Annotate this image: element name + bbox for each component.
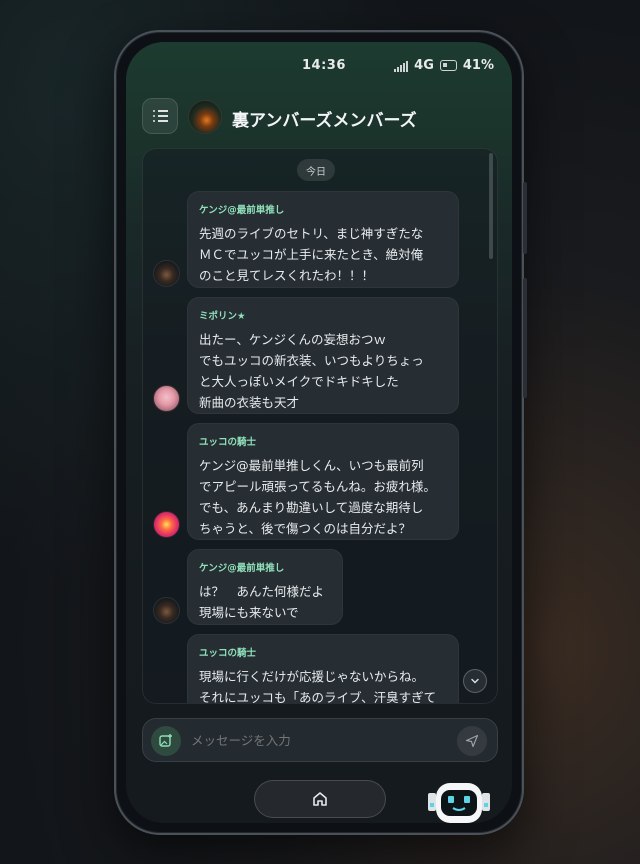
status-time: 14:36 bbox=[302, 58, 346, 73]
battery-level: 41% bbox=[462, 58, 494, 73]
message-input[interactable] bbox=[191, 733, 441, 748]
home-button[interactable] bbox=[254, 780, 386, 818]
message-bubble[interactable]: ユッコの騎士 ケンジ@最前単推しくん、いつも最前列 でアピール頑張ってるもんね。… bbox=[187, 423, 459, 540]
yukko-knight-avatar[interactable] bbox=[153, 511, 180, 538]
send-icon bbox=[465, 734, 479, 748]
message-text: は？ あんた何様だよ 現場にも来ないで bbox=[199, 584, 325, 620]
send-button[interactable] bbox=[457, 726, 487, 756]
chat-header: 裏アンバーズメンバーズ bbox=[142, 98, 496, 136]
scrollbar[interactable] bbox=[489, 153, 493, 259]
message-bubble[interactable]: ミポリン★ 出たー、ケンジくんの妄想おつｗ でもユッコの新衣装、いつもよりちょっ… bbox=[187, 297, 459, 414]
sender-name: ユッコの騎士 bbox=[199, 648, 257, 659]
group-avatar[interactable] bbox=[188, 100, 222, 134]
scroll-down-button[interactable] bbox=[463, 669, 487, 693]
message-bubble[interactable]: ケンジ@最前単推し 先週のライブのセトリ、まじ神すぎたな ＭＣでユッコが上手に来… bbox=[187, 191, 459, 288]
message-bubble[interactable]: ユッコの騎士 現場に行くだけが応援じゃないからね。 それにユッコも「あのライブ、… bbox=[187, 634, 459, 704]
menu-button[interactable] bbox=[142, 98, 178, 134]
chevron-down-icon bbox=[471, 678, 479, 684]
message-composer bbox=[142, 718, 498, 762]
sender-name: ケンジ@最前単推し bbox=[199, 205, 285, 216]
menu-icon bbox=[152, 110, 168, 112]
network-type: 4G bbox=[414, 58, 434, 73]
battery-icon bbox=[439, 60, 457, 71]
message-bubble[interactable]: ケンジ@最前単推し は？ あんた何様だよ 現場にも来ないで bbox=[187, 549, 343, 625]
date-separator: 今日 bbox=[297, 159, 335, 181]
robot-mascot-icon[interactable] bbox=[422, 779, 496, 823]
mipo-avatar[interactable] bbox=[153, 385, 180, 412]
message-text: 出たー、ケンジくんの妄想おつｗ でもユッコの新衣装、いつもよりちょっ と大人っぽ… bbox=[199, 332, 424, 410]
sender-name: ミポリン★ bbox=[199, 311, 246, 322]
message-list[interactable]: 今日 ケンジ@最前単推し 先週のライブのセトリ、まじ神すぎたな ＭＣでユッコが上… bbox=[142, 148, 498, 704]
message-text: ケンジ@最前単推しくん、いつも最前列 でアピール頑張ってるもんね。お疲れ様。 で… bbox=[199, 458, 436, 536]
signal-icon bbox=[394, 60, 409, 72]
message-text: 現場に行くだけが応援じゃないからね。 それにユッコも「あのライブ、汗臭すぎて bbox=[199, 669, 437, 704]
group-title: 裏アンバーズメンバーズ bbox=[232, 111, 417, 131]
sender-name: ユッコの騎士 bbox=[199, 437, 257, 448]
attach-image-button[interactable] bbox=[151, 726, 181, 756]
kenji-avatar[interactable] bbox=[153, 260, 180, 287]
sender-name: ケンジ@最前単推し bbox=[199, 563, 285, 574]
status-bar: 14:36 4G 41% bbox=[126, 58, 512, 78]
kenji-avatar[interactable] bbox=[153, 597, 180, 624]
app-screen: 14:36 4G 41% 裏アンバーズメンバーズ 今日 ケンジ@最前単推し 先週… bbox=[126, 42, 512, 823]
phone-frame: 14:36 4G 41% 裏アンバーズメンバーズ 今日 ケンジ@最前単推し 先週… bbox=[114, 30, 527, 835]
image-add-icon bbox=[159, 734, 172, 747]
home-icon bbox=[313, 792, 327, 806]
message-text: 先週のライブのセトリ、まじ神すぎたな ＭＣでユッコが上手に来たとき、絶対俺 のこ… bbox=[199, 226, 424, 283]
